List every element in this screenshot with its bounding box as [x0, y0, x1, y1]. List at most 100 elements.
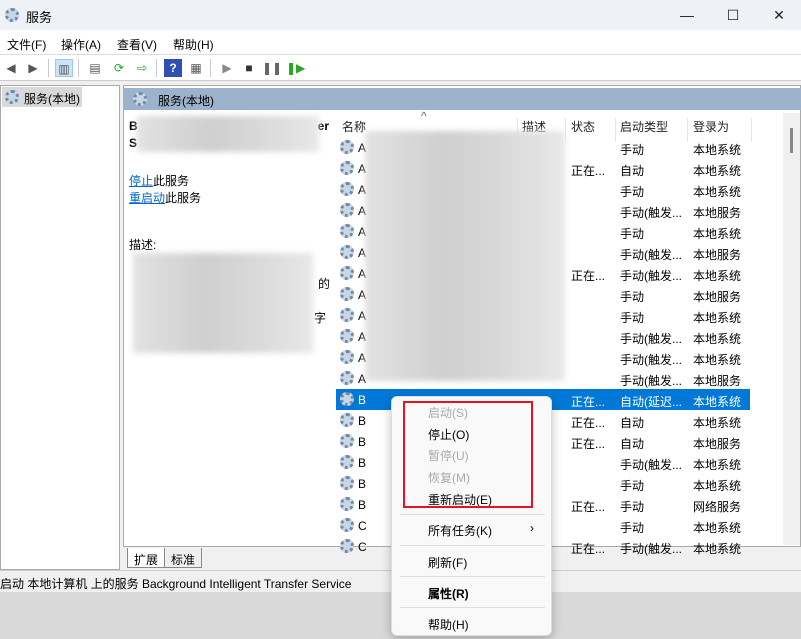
description-fragment: 字 — [314, 311, 327, 325]
service-name: B — [358, 393, 367, 407]
service-name: C — [358, 540, 367, 554]
service-startup-type: 手动(触发... — [620, 542, 682, 556]
tab-standard[interactable]: 标准 — [164, 548, 203, 568]
menu-view[interactable]: 查看(V) — [117, 36, 157, 53]
start-icon[interactable]: ▶ — [218, 59, 236, 77]
service-log-on-as: 本地系统 — [693, 479, 742, 493]
service-log-on-as: 网络服务 — [693, 500, 742, 514]
service-description-panel: Ber S 停止此服务 重启动此服务 描述: 的 字 — [129, 116, 330, 353]
service-startup-type: 手动(触发... — [620, 248, 682, 262]
service-startup-type: 自动 — [620, 164, 645, 178]
back-icon[interactable]: ◀ — [2, 59, 20, 77]
column-status[interactable]: 状态 — [571, 118, 595, 135]
service-startup-type: 手动 — [620, 521, 645, 535]
service-status: 正在... — [571, 542, 606, 556]
service-gear-icon — [340, 539, 354, 553]
show-tree-icon[interactable]: ▥ — [55, 59, 73, 77]
service-startup-type: 自动 — [620, 437, 645, 451]
service-name: C — [358, 519, 367, 533]
export-icon[interactable]: ⇨ — [133, 59, 151, 77]
service-name: B — [358, 414, 367, 428]
close-button[interactable]: ✕ — [756, 0, 801, 30]
service-status: 正在... — [571, 164, 606, 178]
menu-help[interactable]: 帮助(H) — [173, 36, 214, 53]
menu-item-properties[interactable]: 属性(R) — [428, 585, 469, 602]
redacted-service-names — [365, 131, 565, 381]
service-log-on-as: 本地服务 — [693, 374, 742, 388]
service-startup-type: 手动 — [620, 500, 645, 514]
menu-item-help[interactable]: 帮助(H) — [428, 616, 469, 633]
refresh-icon[interactable]: ⟳ — [110, 59, 128, 77]
services-gear-icon — [133, 92, 147, 106]
service-startup-type: 手动(触发... — [620, 206, 682, 220]
properties-icon[interactable]: ▤ — [86, 59, 104, 77]
service-gear-icon — [340, 392, 354, 406]
service-gear-icon — [340, 518, 354, 532]
service-log-on-as: 本地系统 — [693, 416, 742, 430]
service-log-on-as: 本地系统 — [693, 269, 742, 283]
service-status: 正在... — [571, 416, 606, 430]
service-log-on-as: 本地系统 — [693, 164, 742, 178]
chevron-right-icon: › — [530, 521, 534, 535]
minimize-button[interactable]: — — [664, 0, 710, 30]
help-icon[interactable]: ? — [164, 59, 182, 77]
redacted-name — [137, 116, 319, 152]
tab-extended[interactable]: 扩展 — [127, 548, 166, 568]
service-gear-icon — [340, 182, 354, 196]
service-log-on-as: 本地系统 — [693, 185, 742, 199]
service-gear-icon — [340, 350, 354, 364]
forward-icon[interactable]: ▶ — [24, 59, 42, 77]
scrollbar-thumb[interactable] — [790, 128, 793, 153]
column-startup-type[interactable]: 启动类型 — [620, 118, 668, 135]
service-startup-type: 手动(触发... — [620, 353, 682, 367]
service-name: B — [358, 477, 367, 491]
service-gear-icon — [340, 434, 354, 448]
restart-service-link[interactable]: 重启动 — [129, 191, 165, 205]
service-log-on-as: 本地服务 — [693, 290, 742, 304]
status-text: 启动 本地计算机 上的服务 Background Intelligent Tra… — [0, 577, 352, 591]
service-status: 正在... — [571, 500, 606, 514]
service-log-on-as: 本地服务 — [693, 437, 742, 451]
stop-service-link[interactable]: 停止 — [129, 174, 153, 188]
service-gear-icon — [340, 161, 354, 175]
maximize-button[interactable]: ☐ — [710, 0, 756, 30]
stop-icon[interactable]: ■ — [240, 59, 258, 77]
service-log-on-as: 本地服务 — [693, 248, 742, 262]
menu-action[interactable]: 操作(A) — [61, 36, 101, 53]
pause-icon[interactable]: ❚❚ — [262, 59, 282, 77]
column-name[interactable]: 名称 — [342, 118, 366, 135]
service-startup-type: 手动 — [620, 479, 645, 493]
tree-item-label: 服务(本地) — [24, 92, 80, 106]
console-icon[interactable]: ▦ — [187, 59, 205, 77]
resume-icon[interactable]: ❚▶ — [286, 59, 305, 77]
service-startup-type: 手动(触发... — [620, 374, 682, 388]
service-log-on-as: 本地系统 — [693, 395, 742, 409]
service-status: 正在... — [571, 269, 606, 283]
service-gear-icon — [340, 203, 354, 217]
service-startup-type: 手动 — [620, 227, 645, 241]
window-title: 服务 — [26, 10, 53, 25]
menu-file[interactable]: 文件(F) — [7, 36, 46, 53]
service-gear-icon — [340, 287, 354, 301]
service-gear-icon — [340, 245, 354, 259]
menu-item-all-tasks[interactable]: 所有任务(K) — [428, 522, 492, 539]
toolbar: ◀ ▶ ▥ ▤ ⟳ ⇨ ? ▦ ▶ ■ ❚❚ ❚▶ — [0, 55, 801, 81]
service-gear-icon — [340, 413, 354, 427]
service-startup-type: 自动(延迟... — [620, 395, 682, 409]
description-fragment: 的 — [318, 277, 331, 291]
panel-header-title: 服务(本地) — [158, 94, 214, 108]
service-name-fragment: S — [129, 136, 138, 150]
description-label: 描述: — [129, 238, 157, 252]
column-log-on-as[interactable]: 登录为 — [693, 118, 729, 135]
service-startup-type: 手动 — [620, 143, 645, 157]
menu-item-refresh[interactable]: 刷新(F) — [428, 554, 467, 571]
service-log-on-as: 本地系统 — [693, 332, 742, 346]
vertical-scrollbar[interactable] — [783, 113, 800, 545]
service-startup-type: 手动 — [620, 311, 645, 325]
service-gear-icon — [340, 266, 354, 280]
tree-item-services-local[interactable]: 服务(本地) — [2, 87, 82, 107]
services-gear-icon — [5, 90, 19, 104]
service-gear-icon — [340, 140, 354, 154]
link-suffix: 此服务 — [165, 191, 202, 205]
service-log-on-as: 本地系统 — [693, 458, 742, 472]
